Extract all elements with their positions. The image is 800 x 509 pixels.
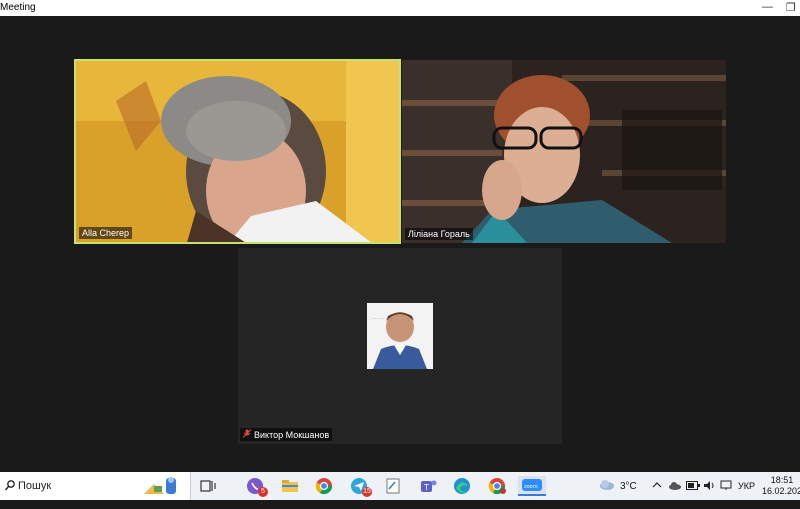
svg-text:~~: ~~ <box>371 314 384 323</box>
system-clock[interactable]: 18:51 16.02.202 <box>762 475 800 497</box>
viber-icon[interactable]: 5 <box>245 476 268 497</box>
svg-text:T: T <box>423 483 429 492</box>
windows-taskbar: Пошук 5 15 T zoom 3°C УКР 18:51 16.02.20… <box>0 472 800 500</box>
weather-temperature[interactable]: 3°C <box>620 481 637 492</box>
meeting-gallery: Alla Cherep Ліліана Гораль ~~ Виктор Мок… <box>0 16 800 472</box>
network-icon[interactable] <box>720 480 732 508</box>
muted-microphone-icon <box>242 429 252 440</box>
notepad-icon[interactable] <box>383 476 403 496</box>
edge-icon[interactable] <box>452 476 472 496</box>
weather-cloud-icon[interactable] <box>598 479 616 507</box>
file-explorer-icon[interactable] <box>280 476 300 496</box>
chrome-profile-icon[interactable] <box>487 476 507 496</box>
participant-video <box>76 61 399 242</box>
search-highlight-illustration-icon <box>142 476 186 499</box>
teams-icon[interactable]: T <box>418 476 438 496</box>
notification-badge: 5 <box>258 487 268 497</box>
taskbar-search-box[interactable]: Пошук <box>0 472 191 500</box>
participant-name: Ліліана Гораль <box>405 228 473 240</box>
participant-name: Виктор Мокшанов <box>254 429 330 440</box>
video-tile-active-speaker[interactable]: Alla Cherep <box>74 59 401 244</box>
participant-name: Alla Cherep <box>79 227 133 239</box>
search-placeholder: Пошук <box>18 480 52 492</box>
clock-date: 16.02.202 <box>762 486 800 496</box>
participant-video <box>402 60 726 243</box>
video-tile[interactable]: Ліліана Гораль <box>402 60 726 243</box>
window-title: Meeting <box>0 2 36 13</box>
profile-picture: ~~ <box>367 303 433 369</box>
clock-time: 18:51 <box>770 475 794 485</box>
zoom-icon[interactable]: zoom <box>518 476 546 496</box>
onedrive-cloud-icon[interactable] <box>668 481 682 509</box>
restore-button[interactable]: ❐ <box>786 1 796 14</box>
svg-text:zoom: zoom <box>524 484 538 490</box>
keyboard-language[interactable]: УКР <box>738 481 755 491</box>
participant-name-bar: Виктор Мокшанов <box>240 428 333 441</box>
notification-badge: 15 <box>362 487 372 497</box>
chevron-up-icon[interactable] <box>652 481 662 509</box>
volume-icon[interactable] <box>703 480 715 508</box>
chrome-icon[interactable] <box>314 476 334 496</box>
task-view-icon[interactable] <box>198 476 218 496</box>
battery-icon[interactable] <box>686 481 700 509</box>
search-icon <box>4 480 15 494</box>
video-tile-no-video[interactable]: ~~ Виктор Мокшанов <box>238 248 562 444</box>
telegram-icon[interactable]: 15 <box>349 476 372 497</box>
window-titlebar: Meeting — ❐ <box>0 0 800 16</box>
minimize-button[interactable]: — <box>762 1 773 13</box>
